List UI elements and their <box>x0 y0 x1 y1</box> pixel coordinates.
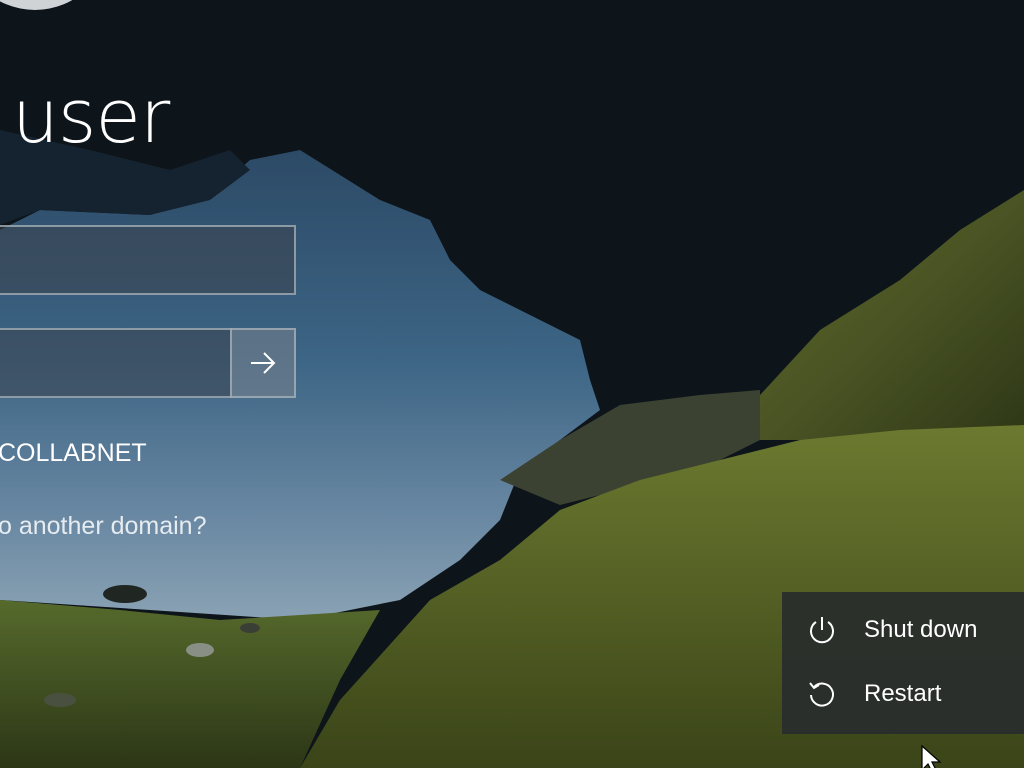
power-menu: Shut down Restart <box>782 592 1024 734</box>
power-icon <box>806 614 838 646</box>
shut-down-menu-item[interactable]: Shut down <box>782 598 1024 662</box>
username-field[interactable] <box>0 225 296 295</box>
mouse-cursor-icon <box>921 744 942 768</box>
arrow-right-icon <box>251 352 276 374</box>
restart-label: Restart <box>864 680 942 707</box>
restart-menu-item[interactable]: Restart <box>782 662 1024 726</box>
password-input[interactable] <box>0 330 232 396</box>
restart-icon <box>806 678 838 710</box>
sign-in-domain-label: COLLABNET <box>0 439 147 467</box>
shut-down-label: Shut down <box>864 616 978 643</box>
other-domain-link[interactable]: o another domain? <box>0 510 206 542</box>
user-name-title: r user <box>0 74 170 160</box>
username-input[interactable] <box>0 227 294 293</box>
submit-button[interactable] <box>230 328 296 398</box>
password-field[interactable] <box>0 328 232 398</box>
